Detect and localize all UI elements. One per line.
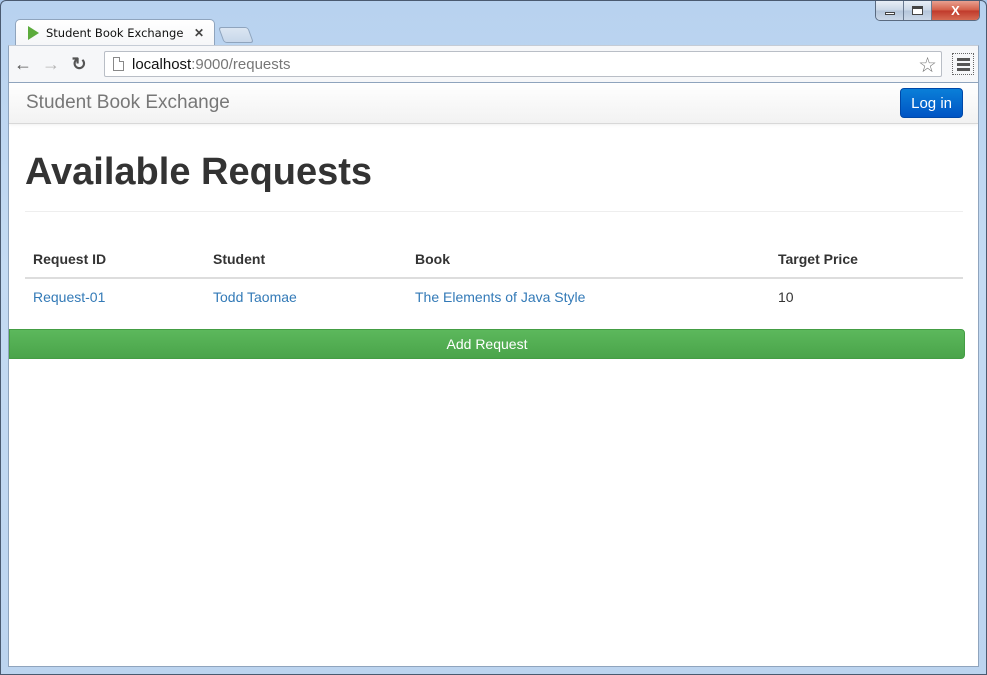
maximize-icon (912, 6, 923, 15)
tab-close-icon[interactable]: ✕ (194, 26, 204, 40)
browser-menu-button[interactable] (952, 53, 974, 75)
url-path: :9000/requests (191, 55, 291, 73)
book-link[interactable]: The Elements of Java Style (415, 289, 585, 305)
cell-request-id: Request-01 (25, 278, 205, 325)
menu-bar-icon (956, 67, 970, 71)
browser-toolbar: ← → ↻ localhost:9000/requests ☆ (8, 45, 979, 82)
student-link[interactable]: Todd Taomae (213, 289, 297, 305)
brand-link[interactable]: Student Book Exchange (26, 92, 230, 114)
reload-icon: ↻ (71, 53, 87, 74)
table-row: Request-01 Todd Taomae The Elements of J… (25, 278, 963, 325)
reload-button[interactable]: ↻ (65, 50, 93, 78)
table-header-row: Request ID Student Book Target Price (25, 241, 963, 279)
main-container: Available Requests Request ID Student Bo… (9, 150, 978, 325)
menu-bar-icon (956, 62, 970, 66)
tab-title: Student Book Exchange | Play (46, 26, 186, 40)
close-icon: X (951, 3, 960, 18)
new-tab-button[interactable] (218, 27, 254, 43)
browser-window: X Student Book Exchange | Play ✕ ← → ↻ l… (0, 0, 987, 675)
address-bar[interactable]: localhost:9000/requests ☆ (104, 51, 942, 77)
cell-student: Todd Taomae (205, 278, 407, 325)
play-favicon-icon (28, 26, 39, 40)
add-request-button[interactable]: Add Request (9, 329, 965, 359)
requests-table: Request ID Student Book Target Price Req… (25, 241, 963, 325)
cell-book: The Elements of Java Style (407, 278, 770, 325)
url-host: localhost (132, 55, 192, 73)
page-icon (113, 57, 124, 71)
forward-arrow-icon: → (42, 53, 60, 74)
page-viewport: Student Book Exchange Log in Available R… (8, 82, 979, 667)
page-header: Available Requests (25, 150, 963, 212)
back-arrow-icon: ← (14, 53, 32, 74)
request-id-link[interactable]: Request-01 (33, 289, 105, 305)
minimize-button[interactable] (876, 1, 904, 20)
back-button[interactable]: ← (9, 50, 37, 78)
window-controls: X (875, 1, 980, 21)
cell-target-price: 10 (778, 289, 794, 305)
header-student: Student (205, 241, 407, 279)
header-book: Book (407, 241, 770, 279)
bookmark-star-icon[interactable]: ☆ (918, 53, 937, 78)
maximize-button[interactable] (904, 1, 932, 20)
page-title: Available Requests (25, 151, 373, 193)
navbar: Student Book Exchange Log in (9, 83, 978, 124)
tab-active[interactable]: Student Book Exchange | Play ✕ (15, 19, 215, 46)
header-request-id: Request ID (25, 241, 205, 279)
minimize-icon (884, 12, 895, 15)
menu-bar-icon (956, 57, 970, 61)
close-window-button[interactable]: X (932, 1, 979, 20)
header-target-price: Target Price (770, 241, 963, 279)
login-button[interactable]: Log in (900, 88, 963, 118)
forward-button[interactable]: → (37, 50, 65, 78)
